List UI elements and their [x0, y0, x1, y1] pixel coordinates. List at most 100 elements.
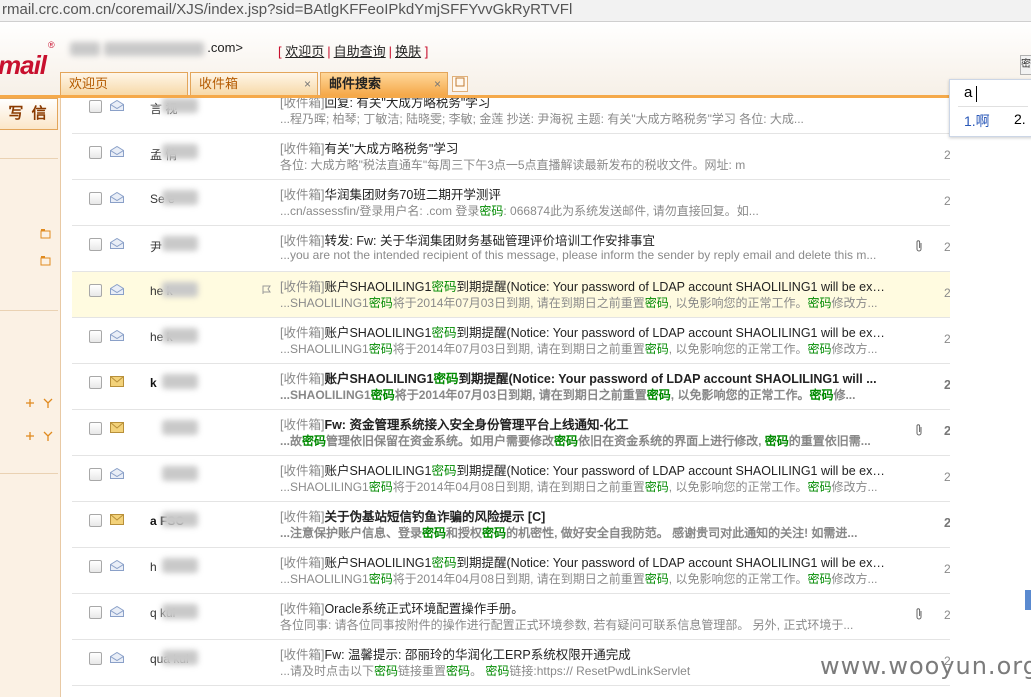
mail-date: 2014-08-26	[944, 240, 950, 254]
new-tab-icon[interactable]	[452, 76, 468, 92]
mail-row[interactable]: he k[收件箱]账户SHAOLILING1密码到期提醒(Notice: You…	[72, 318, 950, 364]
select-checkbox[interactable]	[89, 192, 102, 205]
header-links: [ 欢迎页 | 自助查询 | 换肤 ]	[278, 41, 428, 60]
search-hit: 密码	[374, 664, 399, 678]
mail-subject-text: 账户SHAOLILING1密码到期提醒(Notice: Your passwor…	[324, 280, 890, 294]
mail-subject[interactable]: [收件箱]账户SHAOLILING1密码到期提醒(Notice: Your pa…	[280, 322, 890, 341]
mail-subject[interactable]: [收件箱]关于伪基站短信钓鱼诈骗的风险提示 [C]	[280, 506, 890, 525]
redacted-block	[162, 558, 198, 573]
mail-subject[interactable]: [收件箱]账户SHAOLILING1密码到期提醒(Notice: Your pa…	[280, 552, 890, 571]
redacted-block	[162, 466, 198, 481]
mail-row[interactable]: q kui[收件箱]Oracle系统正式环境配置操作手册。各位同事: 请各位同事…	[72, 594, 950, 640]
mail-folder: [收件箱]	[280, 326, 325, 340]
read-envelope-icon	[110, 605, 124, 617]
ime-candidate[interactable]: 1.啊	[964, 111, 990, 131]
select-checkbox[interactable]	[89, 606, 102, 619]
unread-envelope-icon	[110, 376, 124, 387]
mail-subject[interactable]: [收件箱]有关"大成方略税务"学习	[280, 138, 890, 157]
mail-subject-text: 华润集团财务70班二期开学测评	[324, 188, 501, 202]
ime-input-text: a	[964, 84, 973, 101]
tab-inbox[interactable]: 收件箱 ×	[190, 72, 318, 95]
close-icon[interactable]: ×	[434, 73, 441, 95]
search-hit: 密码	[446, 664, 471, 678]
select-checkbox[interactable]	[89, 100, 102, 113]
mail-folder: [收件箱]	[280, 510, 325, 524]
select-checkbox[interactable]	[89, 422, 102, 435]
mail-row[interactable]: a FSC[收件箱]关于伪基站短信钓鱼诈骗的风险提示 [C]...注意保护账户信…	[72, 502, 950, 548]
close-icon[interactable]: ×	[304, 73, 311, 95]
select-checkbox[interactable]	[89, 284, 102, 297]
mail-subject[interactable]: [收件箱]Fw: 资金管理系统接入安全身份管理平台上线通知-化工	[280, 414, 890, 433]
search-hit: 密码	[431, 280, 457, 294]
mail-date: 2014-06-19	[944, 378, 950, 392]
select-checkbox[interactable]	[89, 146, 102, 159]
scrollbar-thumb[interactable]	[1025, 590, 1031, 610]
mail-subject-text: 关于伪基站短信钓鱼诈骗的风险提示 [C]	[324, 510, 546, 524]
folder-icon[interactable]	[40, 255, 51, 269]
mail-subject[interactable]: [收件箱]Oracle系统正式环境配置操作手册。	[280, 598, 890, 617]
tab-welcome[interactable]: 欢迎页	[60, 72, 188, 95]
self-service-link[interactable]: 自助查询	[334, 44, 386, 59]
address-bar[interactable]: rmail.crc.com.cn/coremail/XJS/index.jsp?…	[0, 0, 1031, 22]
mail-sender: k	[150, 376, 157, 390]
tab-mail-search[interactable]: 邮件搜索 ×	[320, 72, 448, 95]
select-checkbox[interactable]	[89, 330, 102, 343]
mail-sender: h	[150, 560, 157, 574]
select-checkbox[interactable]	[89, 514, 102, 527]
add-folder-icon[interactable]	[26, 398, 56, 411]
mail-subject-text: 有关"大成方略税务"学习	[324, 142, 459, 156]
compose-button[interactable]: 写 信	[0, 98, 58, 130]
mail-row[interactable]: [收件箱]Fw: 资金管理系统接入安全身份管理平台上线通知-化工 ...故密码管理…	[72, 410, 950, 456]
mail-subject[interactable]: [收件箱]Fw: 温馨提示: 邵丽玲的华润化工ERP系统权限开通完成	[280, 644, 890, 663]
read-envelope-icon	[110, 99, 124, 111]
unread-envelope-icon	[110, 514, 124, 525]
search-hit: 密码	[807, 572, 832, 586]
ime-candidate-box[interactable]: a 1.啊 2.	[949, 79, 1031, 137]
mail-preview: ...注意保护账户信息、登录密码和授权密码的机密性, 做好安全自我防范。 感谢贵…	[280, 526, 858, 540]
select-checkbox[interactable]	[89, 468, 102, 481]
mail-row[interactable]: k [收件箱]账户SHAOLILING1密码到期提醒(Notice: Your p…	[72, 364, 950, 410]
mail-subject[interactable]: [收件箱]账户SHAOLILING1密码到期提醒(Notice: Your pa…	[280, 276, 890, 295]
mail-row[interactable]: 言 视[收件箱]回复: 有关"大成方略税务"学习...程乃晖; 柏琴; 丁敏洁;…	[72, 98, 950, 134]
redacted-block	[70, 41, 100, 56]
select-checkbox[interactable]	[89, 560, 102, 573]
welcome-link[interactable]: 欢迎页	[285, 44, 324, 59]
registered-mark: ®	[48, 40, 55, 50]
mail-row[interactable]: qua kui[收件箱]Fw: 温馨提示: 邵丽玲的华润化工ERP系统权限开通完…	[72, 640, 950, 686]
mail-row[interactable]: [收件箱]账户SHAOLILING1密码到期提醒(Notice: Your pa…	[72, 456, 950, 502]
read-envelope-icon	[110, 283, 124, 295]
mail-row[interactable]: Se e[收件箱]华润集团财务70班二期开学测评...cn/assessfin/…	[72, 180, 950, 226]
search-hit: 密码	[644, 296, 669, 310]
header: mail ® .com> [ 欢迎页 | 自助查询 | 换肤 ] 欢迎页 收件箱 × 邮…	[0, 22, 1031, 98]
mail-row[interactable]: 尹 [收件箱]转发: Fw: 关于华润集团财务基础管理评价培训工作安排事宜 ...y…	[72, 226, 950, 272]
search-hit: 密码	[554, 434, 579, 448]
redacted-block	[162, 282, 198, 297]
folder-icon[interactable]	[40, 228, 51, 242]
search-hit: 密码	[302, 434, 327, 448]
select-checkbox[interactable]	[89, 376, 102, 389]
mail-row[interactable]: h [收件箱]账户SHAOLILING1密码到期提醒(Notice: Your …	[72, 548, 950, 594]
mail-subject[interactable]: [收件箱]华润集团财务70班二期开学测评	[280, 184, 890, 203]
mail-date: 2014-04-03	[944, 470, 950, 484]
select-checkbox[interactable]	[89, 238, 102, 251]
mail-row[interactable]: 孟 情[收件箱]有关"大成方略税务"学习各位: 大成方略"税法直通车"每周三下午…	[72, 134, 950, 180]
mail-folder: [收件箱]	[280, 372, 325, 386]
redacted-block	[162, 420, 198, 435]
ime-candidate[interactable]: 2.	[1014, 111, 1026, 127]
mail-folder: [收件箱]	[280, 648, 325, 662]
mail-folder: [收件箱]	[280, 142, 325, 156]
flag-icon[interactable]	[262, 285, 272, 298]
read-envelope-icon	[110, 191, 124, 203]
mail-subject[interactable]: [收件箱]账户SHAOLILING1密码到期提醒(Notice: Your pa…	[280, 460, 890, 479]
search-hit: 密码	[431, 556, 457, 570]
change-skin-link[interactable]: 换肤	[395, 44, 421, 59]
mail-subject[interactable]: [收件箱]转发: Fw: 关于华润集团财务基础管理评价培训工作安排事宜	[280, 230, 890, 249]
mail-preview: ...请及时点击以下密码链接重置密码。 密码链接:https:// ResetP…	[280, 664, 691, 678]
select-checkbox[interactable]	[89, 652, 102, 665]
mail-folder: [收件箱]	[280, 280, 325, 294]
right-edge-button[interactable]: 密	[1020, 55, 1031, 75]
mail-subject[interactable]: [收件箱]账户SHAOLILING1密码到期提醒(Notice: Your pa…	[280, 368, 890, 387]
mail-row[interactable]: he k[收件箱]账户SHAOLILING1密码到期提醒(Notice: You…	[72, 272, 950, 318]
add-folder-icon[interactable]	[26, 431, 56, 444]
search-hit: 密码	[644, 572, 669, 586]
